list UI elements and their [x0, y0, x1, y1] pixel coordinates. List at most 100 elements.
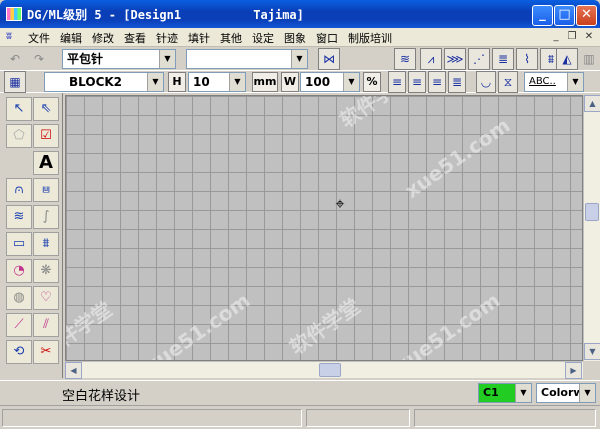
scroll-right-icon[interactable]: ▶: [565, 362, 582, 379]
scroll-up-icon[interactable]: ▲: [584, 95, 600, 112]
text-sample-select[interactable]: ABC.. ▼: [524, 72, 584, 92]
chevron-down-icon[interactable]: ▼: [291, 50, 307, 68]
watermark: 软件学堂: [335, 95, 415, 133]
chevron-down-icon[interactable]: ▼: [579, 384, 595, 402]
shell-icon[interactable]: ❋: [33, 259, 59, 283]
disabled-tool-icon[interactable]: ▥: [578, 48, 600, 70]
column-a-icon[interactable]: ⩀: [6, 178, 32, 202]
text-toolbar: ▦ BLOCK2 ▼ H 10 ▼ mm W 100 ▼ % ≡ ≡ ≡ ≣ ◡…: [0, 71, 600, 93]
title-bar[interactable]: DG/ML级别 5 - [Design1 Tajima] _ □ ✕: [0, 0, 600, 28]
stitch-toolbar: ↶ ↷ 平包针 ▼ ▼ ⋈ ≋ ⩘ ⋙ ⋰ ≣ ⌇ ⩩ ◭ ▥: [0, 47, 600, 71]
menu-modify[interactable]: 修改: [92, 30, 114, 46]
status-message: 空白花样设计: [62, 389, 141, 404]
chevron-down-icon[interactable]: ▼: [343, 73, 359, 91]
align-left-icon[interactable]: ≡: [388, 71, 406, 93]
node-edit-icon[interactable]: ⇖: [33, 97, 59, 121]
mdi-restore-button[interactable]: ❐: [565, 30, 579, 44]
satin-fill-icon[interactable]: ≋: [6, 205, 32, 229]
watermark: xue51.com: [390, 288, 505, 361]
multi-line-icon[interactable]: ⫽: [33, 313, 59, 337]
document-icon[interactable]: ʬ: [6, 30, 22, 44]
stitch-type-select[interactable]: 平包针 ▼: [62, 49, 176, 69]
menu-window[interactable]: 窗口: [316, 30, 338, 46]
menu-edit[interactable]: 编辑: [60, 30, 82, 46]
undo-icon[interactable]: ↶: [4, 48, 26, 70]
chevron-down-icon[interactable]: ▼: [515, 384, 531, 402]
scissors-icon[interactable]: ✂: [33, 340, 59, 364]
close-button[interactable]: ✕: [576, 5, 597, 26]
shape-outline-icon[interactable]: ⬠: [6, 124, 32, 148]
menu-other[interactable]: 其他: [220, 30, 242, 46]
height-select[interactable]: 10 ▼: [188, 72, 246, 92]
chevron-down-icon[interactable]: ▼: [159, 50, 175, 68]
width-value: 100: [305, 75, 331, 89]
pacman-icon[interactable]: ◔: [6, 259, 32, 283]
menu-fill[interactable]: 填针: [188, 30, 210, 46]
font-select[interactable]: BLOCK2 ▼: [44, 72, 164, 92]
satin-stitch-icon[interactable]: ≋: [394, 48, 416, 70]
lettering-icon[interactable]: ▦: [4, 71, 26, 93]
menu-file[interactable]: 文件: [28, 30, 50, 46]
align-right-icon[interactable]: ≡: [428, 71, 446, 93]
heart-icon[interactable]: ♡: [33, 286, 59, 310]
checkbox-icon[interactable]: ☑: [33, 124, 59, 148]
circle-icon[interactable]: ◍: [6, 286, 32, 310]
menu-stitch[interactable]: 针迹: [156, 30, 178, 46]
minimize-button[interactable]: _: [532, 5, 553, 26]
align-justify-icon[interactable]: ≣: [448, 71, 466, 93]
stitch-type-value: 平包针: [67, 52, 104, 66]
curve-icon[interactable]: ∫: [33, 205, 59, 229]
color-mode-value: Colorw: [541, 386, 584, 399]
window-title: DG/ML级别 5 - [Design1 Tajima]: [27, 8, 304, 22]
watermark: 软件学堂: [285, 293, 365, 360]
scroll-down-icon[interactable]: ▼: [584, 343, 600, 360]
menu-view[interactable]: 查看: [124, 30, 146, 46]
scroll-left-icon[interactable]: ◀: [65, 362, 82, 379]
rotate-icon[interactable]: ⟲: [6, 340, 32, 364]
chevron-down-icon[interactable]: ▼: [229, 73, 245, 91]
complex-fill-icon[interactable]: ≣: [492, 48, 514, 70]
maximize-button[interactable]: □: [554, 5, 575, 26]
column-stitch-icon[interactable]: ⩘: [420, 48, 442, 70]
line-tool-icon[interactable]: ⟋: [6, 313, 32, 337]
fill-stitch-icon[interactable]: ⋙: [444, 48, 466, 70]
color-mode-select[interactable]: Colorw ▼: [536, 383, 596, 403]
pattern-select[interactable]: ▼: [186, 49, 308, 69]
chevron-down-icon[interactable]: ▼: [567, 73, 583, 91]
height-value: 10: [193, 75, 210, 89]
tool-palette: ↖ ⇖ ⬠ ☑ A ⩀ ⩏ ≋ ∫ ▭ ⩩ ◔ ❋ ◍ ♡ ⟋ ⫽ ⟲ ✂: [0, 93, 63, 378]
zigzag-tool-icon[interactable]: ⩩: [33, 232, 59, 256]
horizontal-scroll-thumb[interactable]: [319, 363, 341, 377]
running-stitch-icon[interactable]: ⌇: [516, 48, 538, 70]
status-bar: 空白花样设计 C1 ▼ Colorw ▼: [0, 380, 600, 405]
envelope-bow-icon[interactable]: ⧖: [498, 71, 518, 93]
unit-label[interactable]: mm: [252, 72, 278, 92]
app-icon[interactable]: [6, 7, 22, 21]
envelope-arc-icon[interactable]: ◡: [476, 71, 496, 93]
info-cell: [2, 409, 302, 427]
font-value: BLOCK2: [69, 75, 123, 89]
chevron-down-icon[interactable]: ▼: [147, 73, 163, 91]
percent-label[interactable]: %: [363, 72, 381, 92]
align-center-icon[interactable]: ≡: [408, 71, 426, 93]
mdi-minimize-button[interactable]: _: [549, 30, 563, 44]
menu-training[interactable]: 制版培训: [348, 30, 392, 46]
vertical-scrollbar[interactable]: ▲ ▼: [583, 95, 600, 361]
horizontal-scrollbar[interactable]: ◀ ▶: [65, 361, 583, 379]
zigzag-stitch-icon[interactable]: ⋈: [318, 48, 340, 70]
applique-icon[interactable]: ◭: [556, 48, 578, 70]
motif-stitch-icon[interactable]: ⋰: [468, 48, 490, 70]
column-b-icon[interactable]: ⩏: [33, 178, 59, 202]
redo-icon[interactable]: ↷: [28, 48, 50, 70]
run-stitch-tool-icon[interactable]: ▭: [6, 232, 32, 256]
text-tool-icon[interactable]: A: [33, 151, 59, 175]
vertical-scroll-thumb[interactable]: [585, 203, 599, 221]
color-select[interactable]: C1 ▼: [478, 383, 532, 403]
select-arrow-icon[interactable]: ↖: [6, 97, 32, 121]
mdi-close-button[interactable]: ✕: [582, 30, 596, 44]
menu-settings[interactable]: 设定: [252, 30, 274, 46]
width-select[interactable]: 100 ▼: [300, 72, 360, 92]
design-canvas[interactable]: ⌖ 软件学堂 xue51.com 软件学堂 xue51.com 软件学堂 xue…: [65, 95, 583, 361]
menu-image[interactable]: 图象: [284, 30, 306, 46]
crosshair-icon: ⌖: [335, 194, 345, 213]
